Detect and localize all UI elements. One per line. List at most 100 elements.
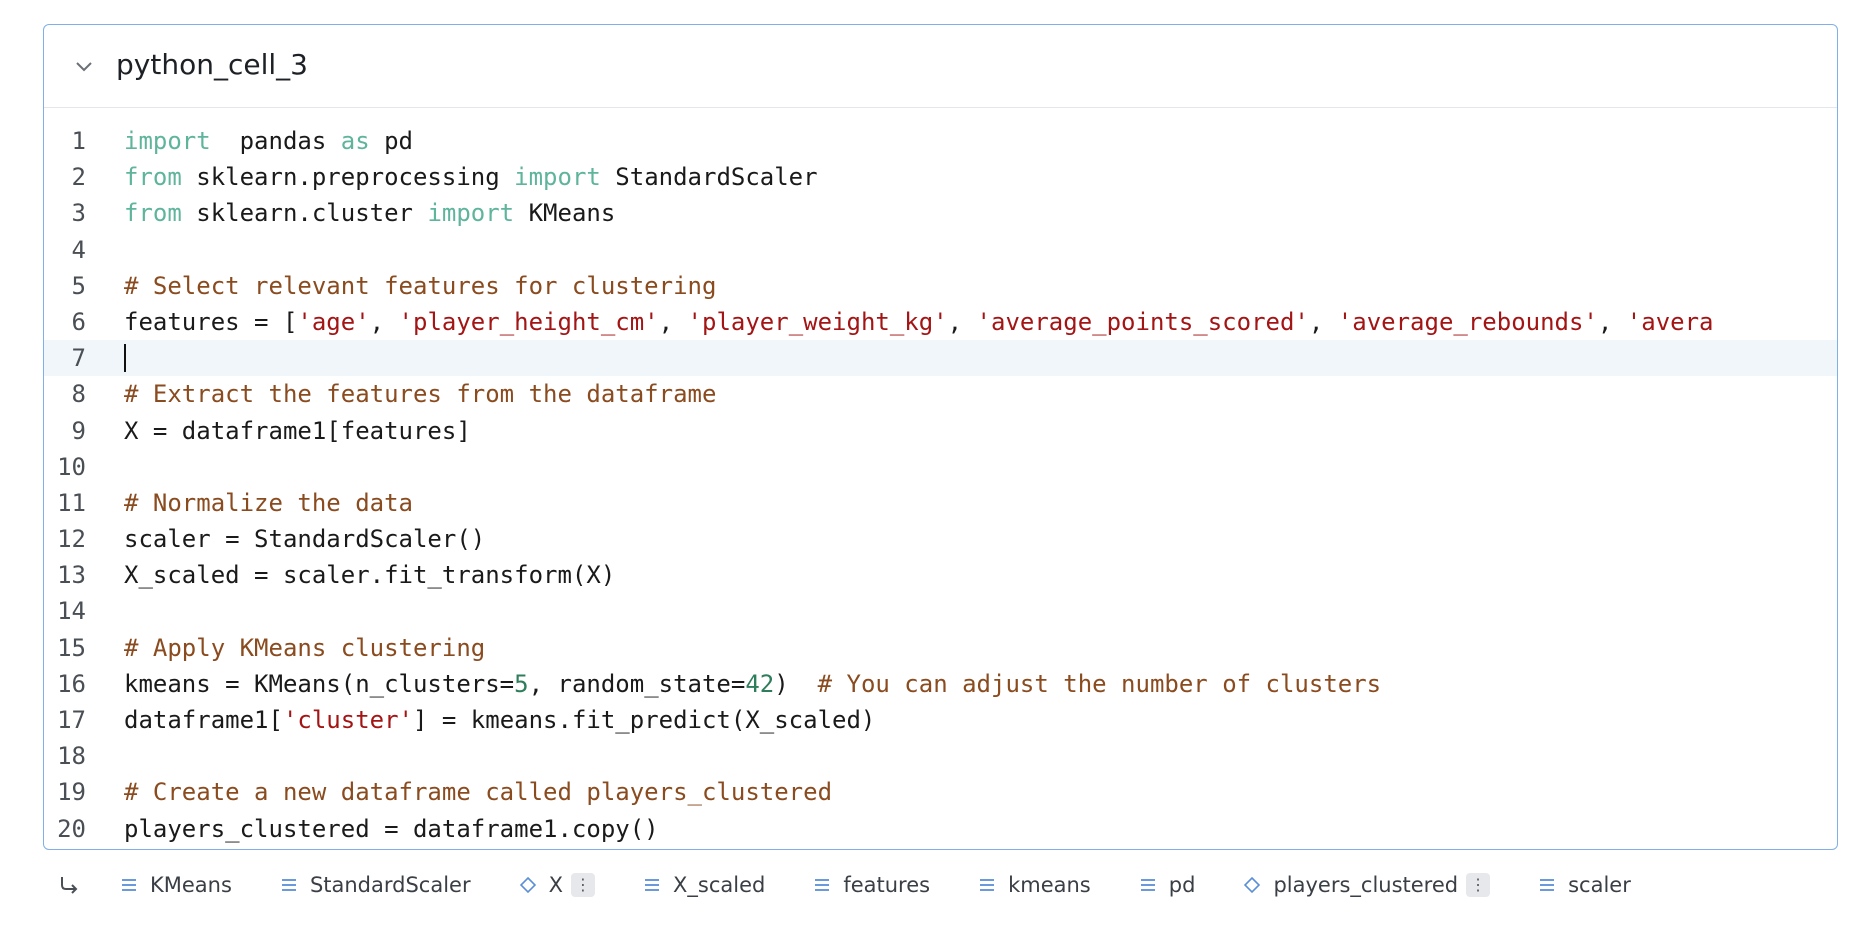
line-source[interactable]: players_clustered = dataframe1.copy() [124,811,659,847]
code-token: 'player_weight_kg' [687,307,948,336]
line-source[interactable]: # Select relevant features for clusterin… [124,268,716,304]
variable-name: pd [1168,873,1196,897]
code-line[interactable]: 19 # Create a new dataframe called player… [44,774,1837,810]
line-source[interactable]: # Apply KMeans clustering [124,630,485,666]
diamond-icon [1244,876,1261,894]
code-token: ] = kmeans.fit_predict(X_scaled) [413,706,876,734]
line-number: 16 [57,669,86,698]
line-number: 14 [57,597,86,626]
code-token: 'age' [297,307,370,336]
code-line[interactable]: 9 X = dataframe1[features] [44,413,1837,449]
line-source[interactable]: from sklearn.cluster import KMeans [124,195,615,231]
variable-chip[interactable]: players_clustered ⋮ [1243,873,1491,897]
code-cell[interactable]: python_cell_3 1 import pandas as pd 2 from … [43,24,1838,850]
variable-name: features [843,873,931,897]
code-token: players_clustered = dataframe1.copy() [124,814,659,843]
code-line[interactable]: 16 kmeans = KMeans(n_clusters=5, random_s… [44,666,1837,702]
more-options-icon[interactable]: ⋮ [571,873,595,897]
variable-chip[interactable]: kmeans [978,873,1091,897]
line-source[interactable]: X_scaled = scaler.fit_transform(X) [124,557,615,593]
line-source[interactable]: # Normalize the data [124,485,413,521]
code-line[interactable]: 5 # Select relevant features for clusteri… [44,268,1837,304]
variable-chip[interactable]: KMeans [120,873,232,897]
code-token: 'avera [1626,307,1714,336]
line-number: 13 [57,561,86,590]
variables-bar: KMeans StandardScaler X ⋮ X_scaled features km… [58,870,1679,900]
code-token: , [947,307,977,336]
code-token: sklearn.preprocessing [181,163,515,192]
code-token: from [124,199,182,228]
code-line[interactable]: 13 X_scaled = scaler.fit_transform(X) [44,557,1837,593]
code-token: 'player_height_cm' [398,307,659,336]
line-source[interactable]: X = dataframe1[features] [124,413,471,449]
code-line[interactable]: 12 scaler = StandardScaler() [44,521,1837,557]
code-token: 5 [514,669,529,698]
code-line[interactable]: 17 dataframe1['cluster'] = kmeans.fit_pre… [44,702,1837,738]
code-line[interactable]: 8 # Extract the features from the datafra… [44,376,1837,412]
code-line[interactable]: 2 from sklearn.preprocessing import Stand… [44,159,1837,195]
line-source[interactable]: scaler = StandardScaler() [124,521,485,557]
line-source[interactable]: dataframe1['cluster'] = kmeans.fit_predi… [124,702,875,738]
code-editor[interactable]: 1 import pandas as pd 2 from sklearn.prepro… [44,123,1837,847]
variable-name: kmeans [1008,873,1091,897]
code-token: from [124,163,182,192]
code-line[interactable]: 1 import pandas as pd [44,123,1837,159]
code-token: # Extract the features from the datafram… [124,380,717,409]
code-token: import [124,127,211,155]
code-token: import [427,199,515,228]
code-token: # Apply KMeans clustering [124,633,486,662]
cell-title[interactable]: python_cell_3 [116,47,308,83]
variable-chip[interactable]: StandardScaler [280,873,471,897]
list-icon [122,879,136,891]
text-caret [124,344,126,373]
code-line[interactable]: 15 # Apply KMeans clustering [44,630,1837,666]
more-options-icon[interactable]: ⋮ [1466,873,1491,897]
line-number: 8 [71,380,86,409]
line-number: 17 [57,706,86,734]
code-line[interactable]: 14 [44,593,1837,629]
code-token: , [658,307,688,336]
variable-chip[interactable]: X_scaled [643,873,765,897]
line-source[interactable]: from sklearn.preprocessing import Standa… [124,159,818,195]
code-line[interactable]: 20 players_clustered = dataframe1.copy() [44,811,1837,847]
line-source[interactable]: # Create a new dataframe called players_… [124,774,832,810]
variable-name: scaler [1568,873,1631,897]
code-token: ) [774,669,818,698]
code-token: 'average_points_scored' [976,307,1309,336]
code-token: # Create a new dataframe called players_… [124,778,833,807]
code-line[interactable]: 6 features = ['age', 'player_height_cm', … [44,304,1837,340]
code-token: # Select relevant features for clusterin… [124,271,717,300]
variable-name: StandardScaler [309,873,471,897]
code-line[interactable]: 11 # Normalize the data [44,485,1837,521]
code-line[interactable]: 18 [44,738,1837,774]
list-icon [281,879,296,891]
line-source[interactable]: features = ['age', 'player_height_cm', '… [124,304,1714,340]
code-token: kmeans = KMeans(n_clusters= [124,669,515,698]
line-source[interactable]: kmeans = KMeans(n_clusters=5, random_sta… [124,666,1381,702]
code-token: import [514,163,601,192]
list-icon [1140,879,1155,891]
line-source[interactable]: # Extract the features from the datafram… [124,376,716,412]
line-number: 6 [71,307,86,336]
variable-chip[interactable]: X ⋮ [519,873,595,897]
code-token: X_scaled = scaler.fit_transform(X) [124,561,616,590]
code-token: pd [369,127,414,155]
variable-chip[interactable]: scaler [1538,873,1631,897]
code-token: 'average_rebounds' [1337,307,1598,336]
variable-chip[interactable]: pd [1139,873,1196,897]
code-token: # Normalize the data [124,488,413,517]
list-icon [1540,879,1555,891]
variable-name: KMeans [150,873,232,897]
chevron-down-icon[interactable] [74,59,94,73]
code-line[interactable]: 7 [44,340,1837,377]
code-token: , [1308,307,1338,336]
code-line[interactable]: 3 from sklearn.cluster import KMeans [44,195,1837,231]
code-token: , [1597,307,1627,336]
line-source[interactable]: import pandas as pd [124,123,413,159]
variable-chip[interactable]: features [813,873,930,897]
code-line[interactable]: 10 [44,449,1837,485]
code-line[interactable]: 4 [44,232,1837,268]
diamond-icon [519,876,536,894]
code-token: features = [ [124,307,298,336]
code-token: # You can adjust the number of clusters [817,669,1382,698]
